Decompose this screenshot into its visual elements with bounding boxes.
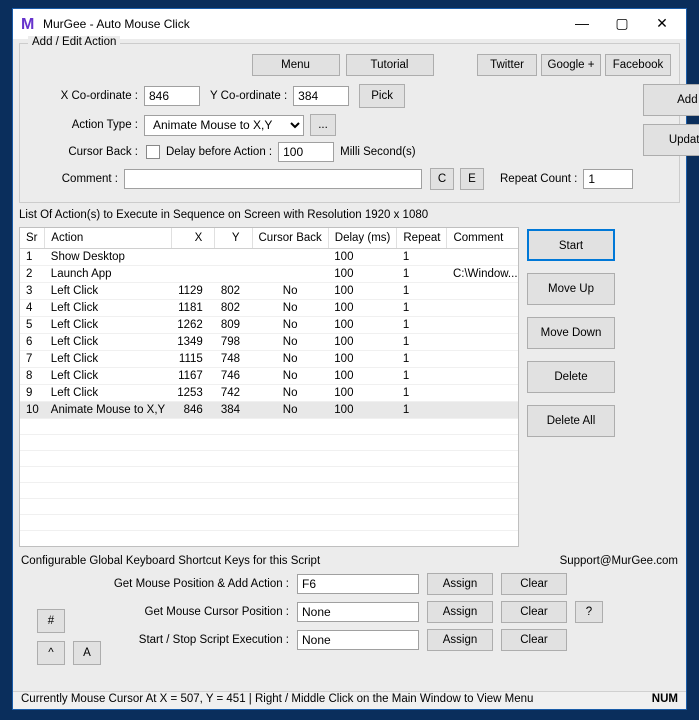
- add-button[interactable]: Add: [643, 84, 699, 116]
- sc1-assign-button[interactable]: Assign: [427, 573, 493, 595]
- c-button[interactable]: C: [430, 168, 454, 190]
- close-button[interactable]: ✕: [642, 10, 682, 38]
- cursor-back-checkbox[interactable]: [146, 145, 160, 159]
- table-row[interactable]: 8Left Click1167746No1001: [20, 367, 519, 384]
- app-logo-icon: M: [21, 16, 37, 32]
- action-type-more-button[interactable]: ...: [310, 114, 336, 136]
- col-y[interactable]: Y: [215, 228, 252, 248]
- sc3-clear-button[interactable]: Clear: [501, 629, 567, 651]
- col-action[interactable]: Action: [45, 228, 171, 248]
- table-row[interactable]: 9Left Click1253742No1001: [20, 384, 519, 401]
- x-coord-label: X Co-ordinate :: [28, 90, 138, 102]
- twitter-button[interactable]: Twitter: [477, 54, 537, 76]
- table-row[interactable]: 3Left Click1129802No1001: [20, 282, 519, 299]
- titlebar[interactable]: M MurGee - Auto Mouse Click — ▢ ✕: [13, 9, 686, 39]
- minimize-button[interactable]: —: [562, 10, 602, 38]
- table-row-empty: [20, 498, 519, 514]
- sc1-input[interactable]: [297, 574, 419, 594]
- hash-button[interactable]: #: [37, 609, 65, 633]
- pick-button[interactable]: Pick: [359, 84, 405, 108]
- help-button[interactable]: ?: [575, 601, 603, 623]
- action-type-label: Action Type :: [28, 119, 138, 131]
- col-cursor-back[interactable]: Cursor Back: [252, 228, 328, 248]
- menu-button[interactable]: Menu: [252, 54, 340, 76]
- sc2-clear-button[interactable]: Clear: [501, 601, 567, 623]
- grid-header-row: Sr Action X Y Cursor Back Delay (ms) Rep…: [20, 228, 519, 248]
- table-row[interactable]: 1Show Desktop1001: [20, 248, 519, 265]
- col-sr[interactable]: Sr: [20, 228, 45, 248]
- col-delay[interactable]: Delay (ms): [328, 228, 397, 248]
- shortcuts-caption: Configurable Global Keyboard Shortcut Ke…: [21, 555, 320, 567]
- google-plus-button[interactable]: Google +: [541, 54, 601, 76]
- table-row-empty: [20, 434, 519, 450]
- col-comment[interactable]: Comment: [447, 228, 519, 248]
- table-row[interactable]: 5Left Click1262809No1001: [20, 316, 519, 333]
- move-down-button[interactable]: Move Down: [527, 317, 615, 349]
- delay-input[interactable]: [278, 142, 334, 162]
- support-link[interactable]: Support@MurGee.com: [560, 555, 678, 567]
- e-button[interactable]: E: [460, 168, 484, 190]
- sc1-clear-button[interactable]: Clear: [501, 573, 567, 595]
- table-row-empty: [20, 530, 519, 546]
- table-row-empty: [20, 418, 519, 434]
- client-area: Add / Edit Action Menu Tutorial Twitter …: [13, 39, 686, 691]
- repeat-count-label: Repeat Count :: [500, 173, 577, 185]
- action-grid[interactable]: Sr Action X Y Cursor Back Delay (ms) Rep…: [19, 227, 519, 547]
- sc2-assign-button[interactable]: Assign: [427, 601, 493, 623]
- delay-label: Delay before Action :: [166, 146, 272, 158]
- table-row[interactable]: 10Animate Mouse to X,Y846384No1001: [20, 401, 519, 418]
- delete-button[interactable]: Delete: [527, 361, 615, 393]
- table-row-empty: [20, 482, 519, 498]
- table-row-empty: [20, 450, 519, 466]
- window-title: MurGee - Auto Mouse Click: [43, 17, 562, 31]
- table-row[interactable]: 2Launch App1001C:\Window...: [20, 265, 519, 282]
- repeat-count-input[interactable]: [583, 169, 633, 189]
- table-row[interactable]: 7Left Click1115748No1001: [20, 350, 519, 367]
- sc2-input[interactable]: [297, 602, 419, 622]
- delete-all-button[interactable]: Delete All: [527, 405, 615, 437]
- update-button[interactable]: Update: [643, 124, 699, 156]
- app-window: M MurGee - Auto Mouse Click — ▢ ✕ Add / …: [12, 8, 687, 710]
- maximize-button[interactable]: ▢: [602, 10, 642, 38]
- add-edit-legend: Add / Edit Action: [28, 36, 120, 48]
- status-num: NUM: [652, 693, 678, 708]
- table-row-empty: [20, 466, 519, 482]
- caret-button[interactable]: ^: [37, 641, 65, 665]
- comment-input[interactable]: [124, 169, 422, 189]
- start-button[interactable]: Start: [527, 229, 615, 261]
- y-coord-label: Y Co-ordinate :: [210, 90, 287, 102]
- table-row[interactable]: 6Left Click1349798No1001: [20, 333, 519, 350]
- col-x[interactable]: X: [171, 228, 215, 248]
- col-repeat[interactable]: Repeat: [397, 228, 447, 248]
- delay-unit-label: Milli Second(s): [340, 146, 415, 158]
- table-row-empty: [20, 514, 519, 530]
- table-row[interactable]: 4Left Click1181802No1001: [20, 299, 519, 316]
- cursor-back-label: Cursor Back :: [28, 146, 138, 158]
- tutorial-button[interactable]: Tutorial: [346, 54, 434, 76]
- sc3-input[interactable]: [297, 630, 419, 650]
- facebook-button[interactable]: Facebook: [605, 54, 671, 76]
- sc1-label: Get Mouse Position & Add Action :: [19, 578, 289, 590]
- status-bar: Currently Mouse Cursor At X = 507, Y = 4…: [13, 691, 686, 709]
- action-list-caption: List Of Action(s) to Execute in Sequence…: [19, 209, 680, 221]
- status-text: Currently Mouse Cursor At X = 507, Y = 4…: [21, 693, 533, 708]
- y-coord-input[interactable]: [293, 86, 349, 106]
- x-coord-input[interactable]: [144, 86, 200, 106]
- a-button[interactable]: A: [73, 641, 101, 665]
- add-edit-group: Add / Edit Action Menu Tutorial Twitter …: [19, 43, 680, 203]
- sc3-assign-button[interactable]: Assign: [427, 629, 493, 651]
- move-up-button[interactable]: Move Up: [527, 273, 615, 305]
- action-type-select[interactable]: Animate Mouse to X,Y: [144, 115, 304, 136]
- comment-label: Comment :: [28, 173, 118, 185]
